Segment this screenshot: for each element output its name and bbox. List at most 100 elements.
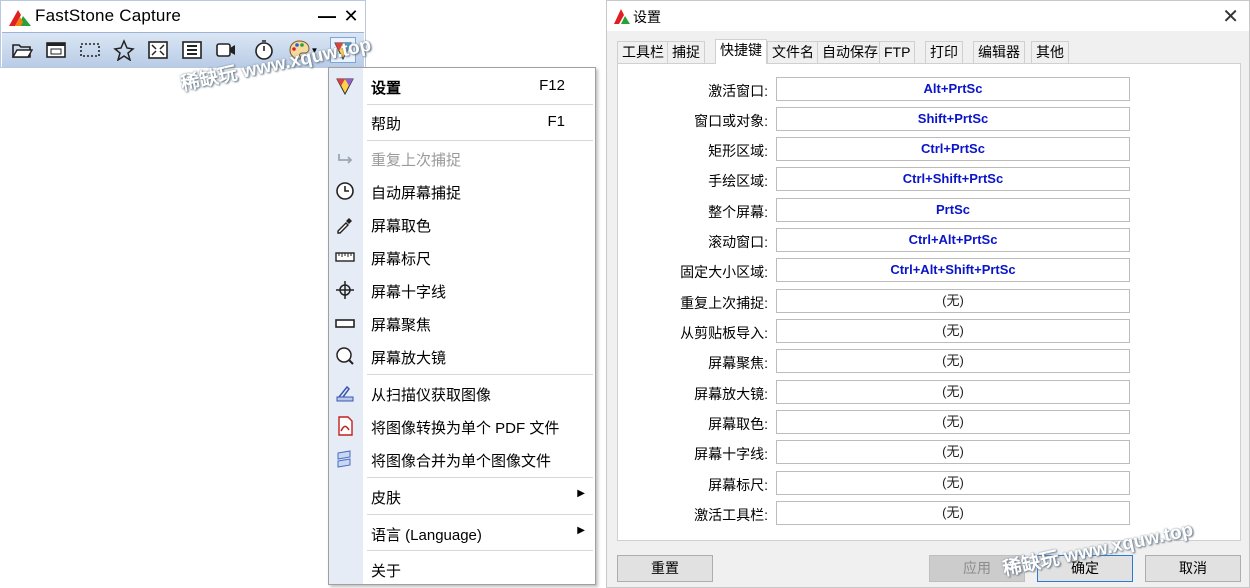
hotkey-field[interactable]: (无)	[776, 471, 1130, 495]
hotkey-row: 矩形区域: Ctrl+PrtSc	[618, 137, 1238, 161]
hotkey-row: 屏幕取色: (无)	[618, 410, 1238, 434]
minimize-button[interactable]: —	[317, 4, 337, 28]
hotkey-label: 从剪贴板导入:	[680, 325, 768, 341]
hotkey-field[interactable]: Ctrl+Alt+Shift+PrtSc	[776, 258, 1130, 282]
menu-separator	[367, 477, 593, 478]
crosshair-icon	[334, 279, 356, 301]
capture-window-icon[interactable]	[43, 37, 69, 63]
faststone-titlebar[interactable]: FastStone Capture — ✕	[1, 1, 365, 32]
menu-item-scanner[interactable]: 从扫描仪获取图像	[329, 378, 595, 408]
hotkey-row: 屏幕标尺: (无)	[618, 471, 1238, 495]
repeat-icon	[334, 147, 356, 169]
hotkey-label: 手绘区域:	[708, 173, 768, 189]
menu-item-language[interactable]: 语言 (Language) ▶	[329, 518, 595, 548]
tab-capture[interactable]: 捕捉	[667, 41, 705, 63]
settings-dialog: 设置 ✕ 工具栏 捕捉 快捷键 文件名 自动保存 FTP 打印 编辑器 其他 激…	[606, 0, 1250, 588]
hotkey-row: 屏幕放大镜: (无)	[618, 380, 1238, 404]
hotkey-label: 整个屏幕:	[708, 204, 768, 220]
hotkey-row: 激活工具栏: (无)	[618, 501, 1238, 525]
menu-item-color-picker[interactable]: 屏幕取色	[329, 209, 595, 239]
hotkey-field[interactable]: Ctrl+Alt+PrtSc	[776, 228, 1130, 252]
hotkey-row: 重复上次捕捉: (无)	[618, 289, 1238, 313]
hotkey-field[interactable]: (无)	[776, 319, 1130, 343]
menu-item-magnifier[interactable]: 屏幕放大镜	[329, 341, 595, 371]
tab-other[interactable]: 其他	[1031, 41, 1069, 63]
menu-item-merge-images[interactable]: 将图像合并为单个图像文件	[329, 444, 595, 474]
app-logo-icon	[613, 7, 631, 25]
menu-item-ruler[interactable]: 屏幕标尺	[329, 242, 595, 272]
capture-scrolling-icon[interactable]	[179, 37, 205, 63]
tab-autosave[interactable]: 自动保存	[817, 41, 883, 63]
hotkey-row: 滚动窗口: Ctrl+Alt+PrtSc	[618, 228, 1238, 252]
settings-titlebar[interactable]: 设置 ✕	[607, 1, 1249, 31]
hotkey-field[interactable]: (无)	[776, 501, 1130, 525]
menu-separator	[367, 104, 593, 105]
capture-rectangle-icon[interactable]	[77, 37, 103, 63]
hotkey-row: 屏幕十字线: (无)	[618, 440, 1238, 464]
hotkey-field[interactable]: PrtSc	[776, 198, 1130, 222]
menu-item-settings[interactable]: 设置 F12	[329, 71, 595, 101]
cancel-button[interactable]: 取消	[1145, 555, 1241, 582]
menu-item-focus[interactable]: 屏幕聚焦	[329, 308, 595, 338]
menu-item-auto-capture[interactable]: 自动屏幕捕捉	[329, 176, 595, 206]
hotkey-label: 重复上次捕捉:	[680, 295, 768, 311]
hotkey-field[interactable]: (无)	[776, 440, 1130, 464]
hotkey-label: 屏幕标尺:	[708, 477, 768, 493]
reset-button[interactable]: 重置	[617, 555, 713, 582]
close-icon[interactable]: ✕	[1222, 4, 1239, 29]
tab-hotkeys[interactable]: 快捷键	[715, 39, 767, 64]
hotkey-field[interactable]: Alt+PrtSc	[776, 77, 1130, 101]
hotkey-field[interactable]: Ctrl+PrtSc	[776, 137, 1130, 161]
hotkey-row: 手绘区域: Ctrl+Shift+PrtSc	[618, 167, 1238, 191]
menu-item-skin[interactable]: 皮肤 ▶	[329, 481, 595, 511]
hotkey-label: 激活工具栏:	[694, 507, 768, 523]
settings-title: 设置	[633, 9, 661, 25]
menu-separator	[367, 140, 593, 141]
hotkeys-panel: 激活窗口: Alt+PrtSc 窗口或对象: Shift+PrtSc 矩形区域:…	[617, 63, 1241, 541]
tab-filename[interactable]: 文件名	[767, 41, 819, 63]
menu-item-help[interactable]: 帮助 F1	[329, 107, 595, 137]
hotkey-field[interactable]: (无)	[776, 349, 1130, 373]
tab-editor[interactable]: 编辑器	[973, 41, 1025, 63]
hotkey-field[interactable]: (无)	[776, 289, 1130, 313]
close-button[interactable]: ✕	[341, 4, 361, 28]
hotkey-field[interactable]: Ctrl+Shift+PrtSc	[776, 167, 1130, 191]
settings-icon	[334, 75, 356, 97]
menu-item-repeat-last-capture[interactable]: 重复上次捕捉	[329, 143, 595, 173]
hotkey-row: 从剪贴板导入: (无)	[618, 319, 1238, 343]
merge-images-icon	[334, 448, 356, 470]
tab-toolbar[interactable]: 工具栏	[617, 41, 669, 63]
submenu-arrow-icon: ▶	[577, 525, 585, 536]
capture-fullscreen-icon[interactable]	[145, 37, 171, 63]
hotkey-row: 整个屏幕: PrtSc	[618, 198, 1238, 222]
hotkey-field[interactable]: (无)	[776, 410, 1130, 434]
magnifier-icon	[334, 345, 356, 367]
capture-freehand-icon[interactable]	[111, 37, 137, 63]
hotkey-label: 屏幕聚焦:	[708, 355, 768, 371]
hotkey-field[interactable]: (无)	[776, 380, 1130, 404]
menu-separator	[367, 514, 593, 515]
hotkey-field[interactable]: Shift+PrtSc	[776, 107, 1130, 131]
tab-ftp[interactable]: FTP	[879, 41, 916, 63]
faststone-logo-icon	[9, 8, 31, 26]
hotkey-row: 激活窗口: Alt+PrtSc	[618, 77, 1238, 101]
menu-item-crosshair[interactable]: 屏幕十字线	[329, 275, 595, 305]
color-picker-icon	[334, 213, 356, 235]
pdf-icon	[334, 415, 356, 437]
submenu-arrow-icon: ▶	[577, 488, 585, 499]
menu-item-about[interactable]: 关于	[329, 554, 595, 584]
scanner-icon	[334, 382, 356, 404]
hotkey-label: 屏幕十字线:	[694, 446, 768, 462]
hotkey-label: 固定大小区域:	[680, 264, 768, 280]
hotkey-label: 窗口或对象:	[694, 113, 768, 129]
open-folder-icon[interactable]	[9, 37, 35, 63]
hotkey-label: 激活窗口:	[708, 83, 768, 99]
tab-print[interactable]: 打印	[925, 41, 963, 63]
settings-context-menu: 设置 F12 帮助 F1 重复上次捕捉 自动屏幕捕捉 屏幕取色 屏幕标尺 屏幕十…	[328, 67, 596, 585]
menu-item-convert-pdf[interactable]: 将图像转换为单个 PDF 文件	[329, 411, 595, 441]
hotkey-label: 屏幕取色:	[708, 416, 768, 432]
faststone-title: FastStone Capture	[35, 6, 182, 25]
menu-separator	[367, 374, 593, 375]
hotkey-row: 窗口或对象: Shift+PrtSc	[618, 107, 1238, 131]
hotkey-label: 矩形区域:	[708, 143, 768, 159]
